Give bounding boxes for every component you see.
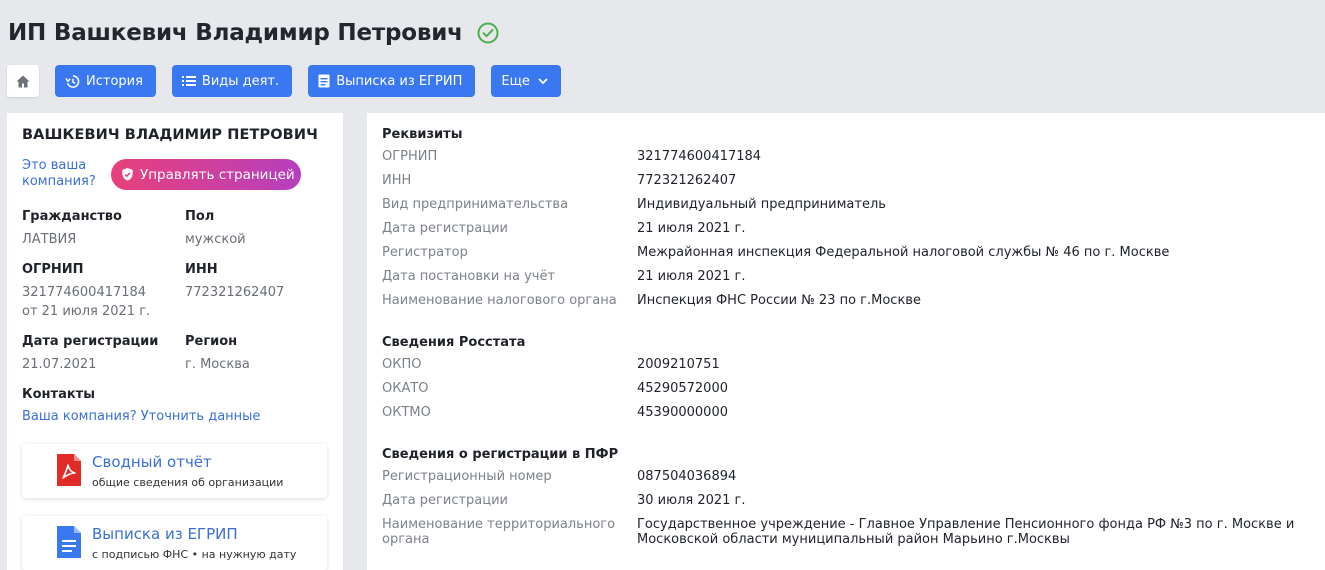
row-value: Индивидуальный предприниматель: [637, 197, 886, 212]
ogrnip-date: от 21 июля 2021 г.: [22, 304, 151, 319]
requisites-title: Реквизиты: [382, 127, 463, 142]
row-value: 45390000000: [637, 405, 728, 420]
gender-label: Пол: [185, 209, 215, 224]
egrip-extract-label: Выписка из ЕГРИП: [336, 73, 463, 89]
egrip-extract-card[interactable]: Выписка из ЕГРИП с подписью ФНС • на нуж…: [22, 516, 327, 570]
citizenship-value: ЛАТВИЯ: [22, 232, 77, 247]
summary-report-subtitle: общие сведения об организации: [92, 476, 284, 489]
egrip-extract-title: Выписка из ЕГРИП: [92, 525, 238, 543]
row-label: ОКТМО: [382, 405, 431, 420]
row-label: Наименование территориального органа: [382, 517, 616, 547]
egrip-extract-subtitle: с подписью ФНС • на нужную дату: [92, 548, 297, 561]
row-label: Дата регистрации: [382, 493, 509, 508]
check-circle-icon: [477, 22, 499, 44]
activities-label: Виды деят.: [201, 73, 280, 89]
reg-date-label: Дата регистрации: [22, 334, 159, 349]
manage-page-button[interactable]: Управлять страницей: [111, 159, 301, 190]
row-value: 21 июля 2021 г.: [637, 221, 746, 236]
gender-value: мужской: [185, 232, 246, 247]
profile-card: ВАШКЕВИЧ ВЛАДИМИР ПЕТРОВИЧ Это ваша комп…: [7, 113, 343, 570]
list-icon: [181, 76, 196, 86]
home-button[interactable]: [7, 65, 39, 97]
row-label: Регистратор: [382, 245, 468, 260]
row-value: Государственное учреждение - Главное Упр…: [637, 517, 1295, 547]
page-title-row: ИП Вашкевич Владимир Петрович: [8, 16, 499, 50]
row-label: Вид предпринимательства: [382, 197, 569, 212]
egrip-extract-button[interactable]: Выписка из ЕГРИП: [308, 65, 476, 97]
contacts-label: Контакты: [22, 387, 95, 402]
home-icon: [16, 75, 30, 87]
details-card: Реквизиты ОГРНИП 321774600417184 ИНН 772…: [367, 113, 1325, 570]
history-icon: [65, 74, 80, 88]
update-data-link[interactable]: Ваша компания? Уточнить данные: [22, 409, 260, 424]
row-value: Инспекция ФНС России № 23 по г.Москве: [637, 293, 921, 308]
summary-report-title: Сводный отчёт: [92, 453, 212, 471]
chevron-down-icon: [538, 77, 548, 84]
row-label: Наименование налогового органа: [382, 293, 617, 308]
row-value: 21 июля 2021 г.: [637, 269, 746, 284]
history-label: История: [86, 73, 143, 89]
row-value: 45290572000: [637, 381, 728, 396]
pdf-icon: [57, 454, 81, 490]
row-value: 087504036894: [637, 469, 737, 484]
ogrnip-label: ОГРНИП: [22, 262, 84, 277]
activities-button[interactable]: Виды деят.: [171, 65, 293, 97]
rosstat-title: Сведения Росстата: [382, 335, 526, 350]
row-value: 321774600417184: [637, 149, 762, 164]
row-value: 2009210751: [637, 357, 720, 372]
ogrnip-value: 321774600417184: [22, 285, 147, 300]
row-label: Дата постановки на учёт: [382, 269, 556, 284]
claim-company-link[interactable]: Это ваша компания?: [22, 158, 107, 190]
manage-page-label: Управлять страницей: [140, 166, 295, 183]
row-label: Дата регистрации: [382, 221, 509, 236]
inn-value: 772321262407: [185, 285, 285, 300]
row-label: ИНН: [382, 173, 412, 188]
document-icon: [57, 526, 81, 562]
row-label: ОКПО: [382, 357, 422, 372]
row-value: 772321262407: [637, 173, 737, 188]
row-label: ОГРНИП: [382, 149, 438, 164]
document-icon: [318, 74, 330, 88]
toolbar: История Виды деят. Выписка из ЕГРИП Еще: [7, 65, 577, 97]
person-name: ВАШКЕВИЧ ВЛАДИМИР ПЕТРОВИЧ: [22, 127, 318, 143]
citizenship-label: Гражданство: [22, 209, 122, 224]
shield-check-icon: [122, 167, 133, 181]
pfr-title: Сведения о регистрации в ПФР: [382, 447, 619, 462]
inn-label: ИНН: [185, 262, 218, 277]
row-label: ОКАТО: [382, 381, 429, 396]
more-label: Еще: [501, 73, 530, 89]
page-title: ИП Вашкевич Владимир Петрович: [8, 20, 463, 46]
history-button[interactable]: История: [55, 65, 156, 97]
reg-date-value: 21.07.2021: [22, 357, 97, 372]
region-value: г. Москва: [185, 357, 250, 372]
row-label: Регистрационный номер: [382, 469, 552, 484]
row-value: Межрайонная инспекция Федеральной налого…: [637, 245, 1170, 260]
more-button[interactable]: Еще: [491, 65, 561, 97]
row-value: 30 июля 2021 г.: [637, 493, 746, 508]
summary-report-card[interactable]: Сводный отчёт общие сведения об организа…: [22, 444, 327, 498]
region-label: Регион: [185, 334, 238, 349]
